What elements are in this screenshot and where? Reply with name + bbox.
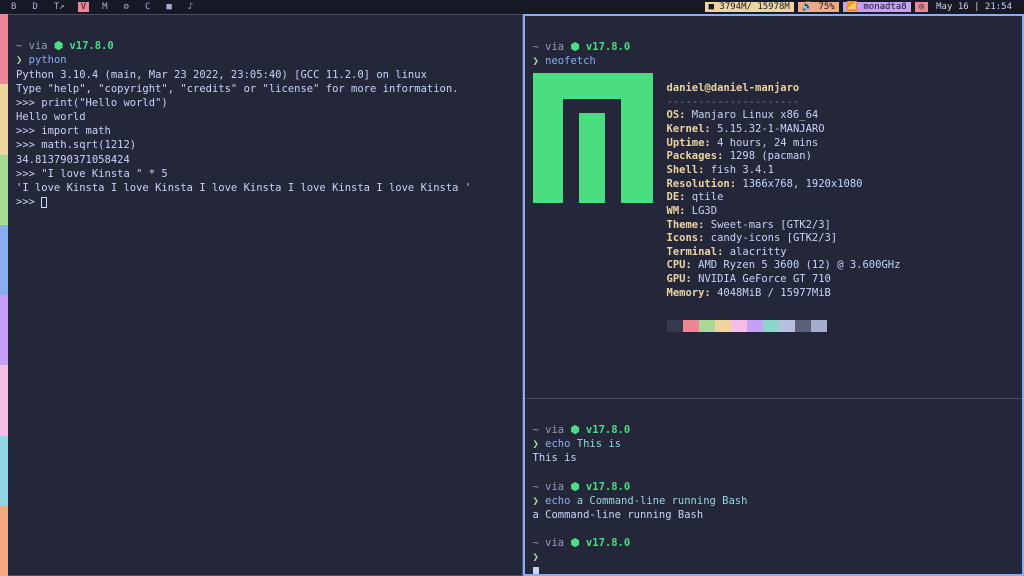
workspace-4[interactable]: M [99,2,110,12]
workspace-area: ~ via ⬢ v17.8.0 ❯ python Python 3.10.4 (… [0,14,1024,576]
workspace-6[interactable]: C [142,2,153,12]
workspace-7[interactable]: ■ [163,2,174,12]
divider: --------------------- [667,96,800,108]
command-python: python [29,54,67,66]
cursor [41,197,47,208]
terminal-pane-right-focused[interactable]: ~ via ⬢ v17.8.0 ❯ neofetch daniel@daniel… [523,14,1024,576]
workspace-5[interactable]: ⚙ [121,2,132,12]
python-output: Python 3.10.4 (main, Mar 23 2022, 23:05:… [16,69,471,209]
node-version: ⬢ v17.8.0 [54,40,114,52]
command-neofetch: neofetch [545,55,596,67]
workspace-1[interactable]: D [29,2,40,12]
volume-indicator[interactable]: 🔊 75% [798,2,839,12]
workspace-8[interactable]: ♪ [185,2,196,12]
workspace-3[interactable]: V [78,2,89,12]
user-host: daniel@daniel-manjaro [667,82,800,94]
memory-indicator: ■ 3794M/ 15978M [705,2,794,12]
node-version: ⬢ v17.8.0 [570,41,630,53]
workspace-0[interactable]: B [8,2,19,12]
prompt-env: ~ via [16,40,54,52]
system-tray: ■ 3794M/ 15978M 🔊 75% 📶 monadta8 ◎ May 1… [705,2,1016,12]
prompt-arrow-icon: ❯ [16,54,22,66]
prompt-arrow-icon: ❯ [533,55,539,67]
workspace-2[interactable]: T↗ [51,2,68,12]
color-palette [667,320,901,332]
workspace-switcher[interactable]: BD T↗ VM ⚙ C ■ ♪ [8,2,196,12]
system-info: daniel@daniel-manjaro ------------------… [667,69,901,360]
clock: May 16 | 21:54 [932,2,1016,12]
prompt-env: ~ via [533,41,571,53]
status-bar: BD T↗ VM ⚙ C ■ ♪ ■ 3794M/ 15978M 🔊 75% 📶 monad… [0,0,1024,14]
terminal-pane-left[interactable]: ~ via ⬢ v17.8.0 ❯ python Python 3.10.4 (… [8,14,523,576]
left-gutter [0,14,8,576]
network-indicator[interactable]: 📶 monadta8 [843,2,911,12]
neofetch-pane[interactable]: ~ via ⬢ v17.8.0 ❯ neofetch daniel@daniel… [525,16,1023,399]
neofetch-output: daniel@daniel-manjaro ------------------… [533,69,1015,360]
ubuntu-icon: ◎ [915,2,928,12]
manjaro-logo-icon [533,73,653,203]
cursor [533,567,539,574]
echo-pane[interactable]: ~ via ⬢ v17.8.0 ❯ echo This is This is ~… [525,399,1023,574]
